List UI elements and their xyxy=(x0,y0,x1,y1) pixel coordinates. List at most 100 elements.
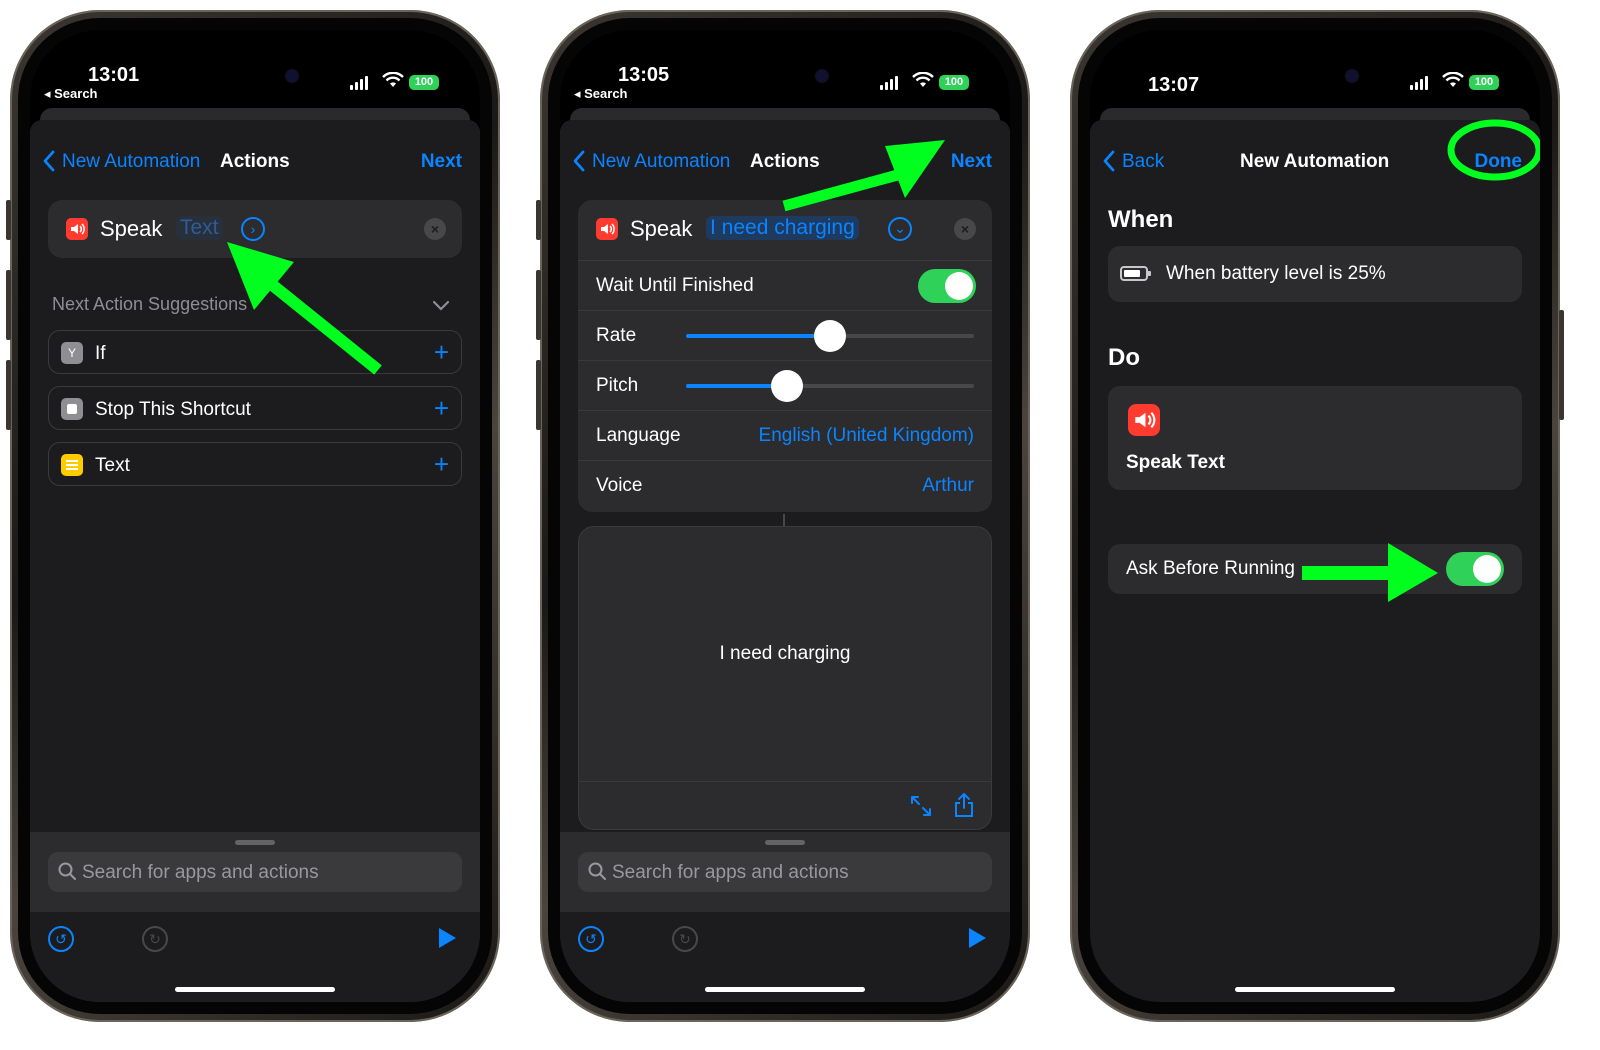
if-icon: Y xyxy=(61,342,83,364)
sheet-grabber[interactable] xyxy=(765,840,805,845)
text-content[interactable]: I need charging xyxy=(579,643,991,665)
sheet-grabber[interactable] xyxy=(235,840,275,845)
home-indicator xyxy=(705,987,865,992)
text-parameter-token[interactable]: Text xyxy=(176,216,223,240)
slider-thumb[interactable] xyxy=(770,370,803,402)
side-button xyxy=(6,360,11,430)
redo-icon[interactable]: ↻ xyxy=(142,926,168,952)
nav-title: New Automation xyxy=(1240,151,1390,172)
chevron-left-icon[interactable] xyxy=(42,150,56,172)
speaker-icon xyxy=(1128,404,1160,436)
dynamic-island xyxy=(190,58,316,94)
home-indicator xyxy=(175,987,335,992)
dynamic-island xyxy=(1250,58,1376,94)
chevron-left-icon[interactable] xyxy=(1102,150,1116,172)
play-icon[interactable] xyxy=(966,926,988,950)
do-action-label: Speak Text xyxy=(1126,452,1225,473)
suggestion-label: Text xyxy=(95,455,130,476)
search-field[interactable]: Search for apps and actions xyxy=(578,852,992,892)
ask-toggle[interactable] xyxy=(1446,552,1504,586)
toggle-knob xyxy=(1473,555,1501,583)
status-bar: 13:01 ◂ Search 100 xyxy=(30,30,480,102)
suggestion-item[interactable]: Stop This Shortcut + xyxy=(48,386,462,430)
battery-indicator: 100 xyxy=(939,75,969,90)
undo-icon[interactable]: ↺ xyxy=(578,926,604,952)
nav-bar: New Automation Actions Next xyxy=(30,140,480,180)
suggestions-header: Next Action Suggestions xyxy=(52,294,248,314)
text-action-card[interactable]: I need charging xyxy=(578,526,992,830)
nav-bar: Back New Automation Done xyxy=(1090,140,1540,180)
next-button[interactable]: Next xyxy=(951,151,992,173)
stop-icon xyxy=(61,398,83,420)
chevron-down-icon[interactable] xyxy=(432,300,450,312)
wait-until-finished-row: Wait Until Finished xyxy=(578,260,992,310)
back-to-app-link[interactable]: ◂ Search xyxy=(574,86,628,102)
nav-title: Actions xyxy=(750,151,820,172)
speak-label: Speak xyxy=(630,216,693,241)
add-icon[interactable]: + xyxy=(434,449,449,480)
phone-1: 13:01 ◂ Search 100 New Automation Action… xyxy=(6,10,500,1022)
voice-value[interactable]: Arthur xyxy=(922,475,974,497)
status-bar: 13:05 ◂ Search 100 xyxy=(560,30,1010,102)
dynamic-island xyxy=(720,58,846,94)
trigger-row[interactable]: When battery level is 25% xyxy=(1108,246,1522,302)
phone-2: 13:05 ◂ Search 100 New Automation Action… xyxy=(536,10,1030,1022)
home-indicator xyxy=(1235,987,1395,992)
collapse-chevron-icon[interactable]: ⌄ xyxy=(888,217,912,241)
text-icon xyxy=(61,454,83,476)
do-action-card[interactable]: Speak Text xyxy=(1108,386,1522,490)
language-row[interactable]: Language English (United Kingdom) xyxy=(578,410,992,460)
wait-label: Wait Until Finished xyxy=(596,275,754,296)
wait-toggle[interactable] xyxy=(918,269,976,303)
pitch-slider[interactable] xyxy=(686,370,974,402)
screen: 13:01 ◂ Search 100 New Automation Action… xyxy=(30,30,480,1002)
suggestion-item[interactable]: Text + xyxy=(48,442,462,486)
ask-before-running-row: Ask Before Running xyxy=(1108,544,1522,594)
suggestion-item[interactable]: Y If + xyxy=(48,330,462,374)
status-time: 13:07 xyxy=(1148,74,1200,96)
expand-icon[interactable] xyxy=(909,794,933,818)
speak-action-card[interactable]: Speak Text › × xyxy=(48,200,462,258)
next-button[interactable]: Next xyxy=(421,151,462,173)
status-time: 13:05 xyxy=(618,64,670,86)
add-icon[interactable]: + xyxy=(434,393,449,424)
language-label: Language xyxy=(596,425,681,446)
camera-dot xyxy=(816,70,828,82)
remove-action-icon[interactable]: × xyxy=(424,218,446,240)
back-button[interactable]: Back xyxy=(1122,151,1164,173)
rate-slider[interactable] xyxy=(686,320,974,352)
undo-icon[interactable]: ↺ xyxy=(48,926,74,952)
connector-line xyxy=(783,514,785,526)
done-button[interactable]: Done xyxy=(1475,151,1523,173)
side-button xyxy=(6,200,11,240)
speak-action-card: Speak I need charging ⌄ × Wait Until Fin… xyxy=(578,200,992,512)
voice-row[interactable]: Voice Arthur xyxy=(578,460,992,510)
pitch-label: Pitch xyxy=(596,375,639,396)
speak-label: Speak xyxy=(100,216,163,241)
side-button xyxy=(1559,310,1564,420)
ask-label: Ask Before Running xyxy=(1126,558,1295,579)
back-button[interactable]: New Automation xyxy=(592,151,730,173)
suggestion-label: If xyxy=(95,343,106,364)
back-to-app-link[interactable]: ◂ Search xyxy=(44,86,98,102)
back-button[interactable]: New Automation xyxy=(62,151,200,173)
camera-dot xyxy=(286,70,298,82)
signal-icon xyxy=(880,76,898,90)
chevron-left-icon[interactable] xyxy=(572,150,586,172)
language-value[interactable]: English (United Kingdom) xyxy=(759,425,974,447)
redo-icon[interactable]: ↻ xyxy=(672,926,698,952)
wifi-icon xyxy=(382,72,404,87)
slider-thumb[interactable] xyxy=(814,320,846,352)
side-button xyxy=(536,270,541,340)
screen: 13:05 ◂ Search 100 New Automation Action… xyxy=(560,30,1010,1002)
search-field[interactable]: Search for apps and actions xyxy=(48,852,462,892)
text-parameter-token[interactable]: I need charging xyxy=(706,216,859,240)
slider-fill xyxy=(686,334,830,338)
expand-chevron-icon[interactable]: › xyxy=(241,217,265,241)
share-icon[interactable] xyxy=(953,792,975,818)
remove-action-icon[interactable]: × xyxy=(954,218,976,240)
status-time: 13:01 xyxy=(88,64,140,86)
play-icon[interactable] xyxy=(436,926,458,950)
add-icon[interactable]: + xyxy=(434,337,449,368)
search-placeholder: Search for apps and actions xyxy=(82,862,319,883)
